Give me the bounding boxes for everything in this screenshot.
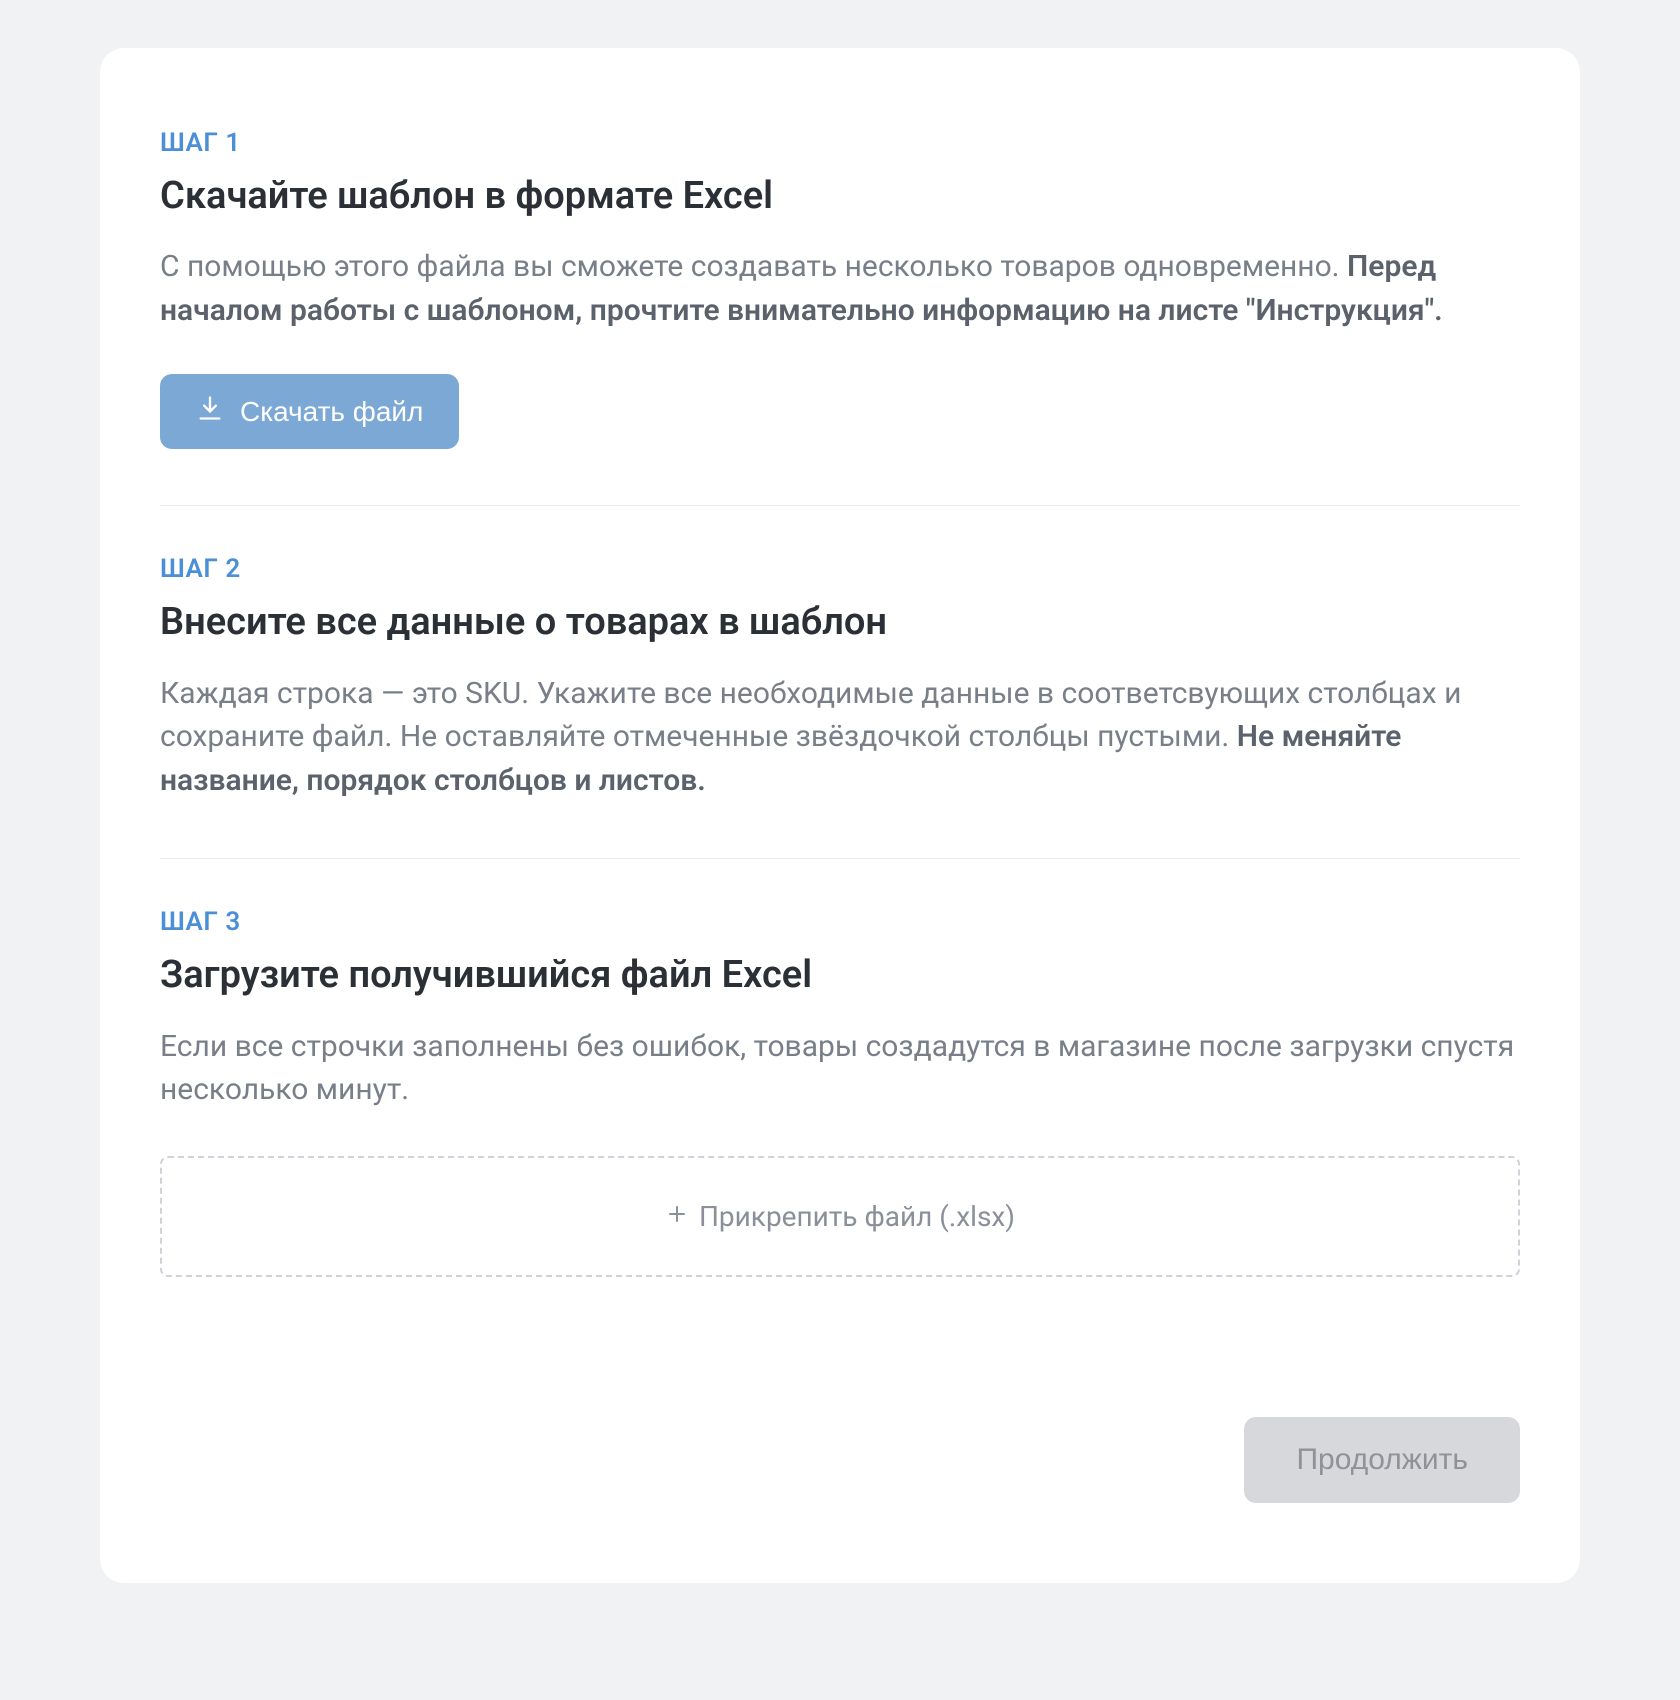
step-2: ШАГ 2 Внесите все данные о товарах в шаб… (160, 506, 1520, 859)
dropzone-label-text: Прикрепить файл (.xlsx) (699, 1200, 1015, 1233)
plus-icon (665, 1200, 689, 1233)
step-3-desc-text: Если все строчки заполнены без ошибок, т… (160, 1029, 1514, 1108)
download-icon (196, 394, 224, 429)
step-3: ШАГ 3 Загрузите получившийся файл Excel … (160, 859, 1520, 1502)
step-1-label: ШАГ 1 (160, 128, 1520, 158)
dropzone-content: Прикрепить файл (.xlsx) (665, 1200, 1015, 1233)
download-button-label: Скачать файл (240, 396, 423, 428)
step-1-description: С помощью этого файла вы сможете создава… (160, 245, 1520, 332)
step-2-description: Каждая строка — это SKU. Укажите все нео… (160, 672, 1520, 803)
wizard-footer: Продолжить (160, 1417, 1520, 1503)
continue-button[interactable]: Продолжить (1244, 1417, 1520, 1503)
step-1-desc-text: С помощью этого файла вы сможете создава… (160, 249, 1347, 284)
step-3-description: Если все строчки заполнены без ошибок, т… (160, 1025, 1520, 1112)
step-2-label: ШАГ 2 (160, 554, 1520, 584)
step-1: ШАГ 1 Скачайте шаблон в формате Excel С … (160, 128, 1520, 506)
step-1-title: Скачайте шаблон в формате Excel (160, 172, 1520, 221)
download-template-button[interactable]: Скачать файл (160, 374, 459, 449)
file-upload-dropzone[interactable]: Прикрепить файл (.xlsx) (160, 1156, 1520, 1277)
step-3-label: ШАГ 3 (160, 907, 1520, 937)
step-3-title: Загрузите получившийся файл Excel (160, 951, 1520, 1000)
step-2-title: Внесите все данные о товарах в шаблон (160, 598, 1520, 647)
wizard-card: ШАГ 1 Скачайте шаблон в формате Excel С … (100, 48, 1580, 1583)
